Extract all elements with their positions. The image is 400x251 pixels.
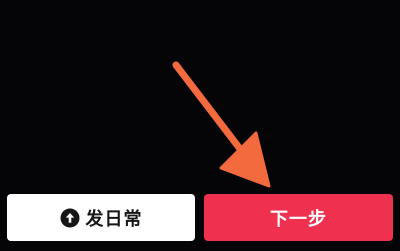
circle-arrow-up-icon (60, 208, 80, 228)
bottom-action-bar: 发日常 下一步 (0, 189, 400, 251)
next-step-button[interactable]: 下一步 (204, 194, 393, 241)
next-step-label: 下一步 (270, 208, 327, 230)
screen: 发日常 下一步 (0, 0, 400, 251)
daily-post-button[interactable]: 发日常 (7, 194, 195, 241)
daily-post-label: 发日常 (85, 208, 143, 230)
